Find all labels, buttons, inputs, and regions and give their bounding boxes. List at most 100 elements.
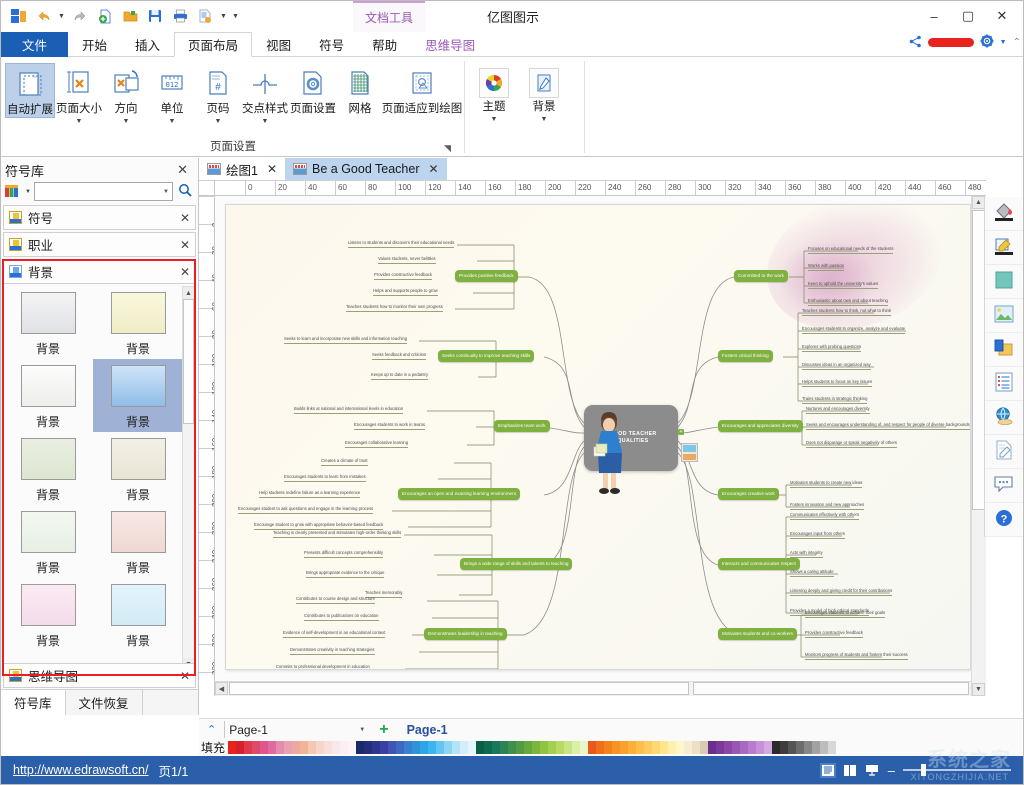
mind-map-center-node[interactable]: GOOD TEACHER QUALITIES [584,405,678,471]
mind-map-leaf[interactable]: Acts with integrity [790,550,823,558]
page-view-button[interactable] [842,763,858,778]
mind-map-branch-fosters-critical-thinking[interactable]: Fosters critical thinking [718,350,773,362]
fill-color-swatch[interactable] [436,741,444,754]
document-tab-close-icon[interactable]: ✕ [267,162,277,176]
mind-map-leaf[interactable]: Contributes to course design and structu… [296,596,375,604]
quick-access-toolbar[interactable]: ▼ ▼ ▼ [7,5,240,27]
panel-close-icon[interactable]: ✕ [171,162,194,178]
chevron-down-icon[interactable]: ▼ [491,116,498,123]
mind-map-branch-encourages-open-exacting-env[interactable]: Encourages an open and exacting learning… [398,488,520,500]
library-section-close-icon[interactable]: ✕ [180,211,190,225]
rail-button-fill-tool[interactable] [985,197,1023,231]
ribbon-tab-insert[interactable]: 插入 [121,32,174,57]
mind-map-leaf[interactable]: Nurtures and encourages diversity [806,406,870,414]
mind-map-leaf[interactable]: Encourages input from others [790,531,845,539]
fill-color-swatch[interactable] [828,741,836,754]
fill-color-swatch[interactable] [556,741,564,754]
library-section-occupation[interactable]: 职业 ✕ [3,232,196,257]
mind-map-branch-interacts-communicates-respect[interactable]: Interacts and communicates respect [718,558,800,570]
mind-map-leaf[interactable]: Encourages students to organize, analyze… [802,326,905,334]
search-icon[interactable] [176,183,194,200]
fill-color-swatch[interactable] [532,741,540,754]
fill-color-swatch[interactable] [604,741,612,754]
ribbon-button-fit-page-to-drawing[interactable]: 页面适应到绘图 [383,63,461,116]
fill-color-swatch[interactable] [732,741,740,754]
mind-map-leaf[interactable]: Does not disparage or speak negatively o… [806,440,897,448]
rail-button-list-properties[interactable] [985,367,1023,401]
ribbon-tab-page-layout[interactable]: 页面布局 [174,32,252,57]
share-icon[interactable] [909,35,922,51]
library-section-symbols[interactable]: 符号 ✕ [3,205,196,230]
canvas-scroll-viewport[interactable]: GOOD TEACHER QUALITIES + Provides positi… [215,196,986,696]
library-section-close-icon[interactable]: ✕ [180,265,190,279]
ribbon-button-theme[interactable]: 主题 ▼ [469,65,519,123]
document-tab-be-a-good-teacher[interactable]: Be a Good Teacher ✕ [285,158,447,180]
library-section-background[interactable]: 背景 ✕ [3,259,196,284]
mind-map-leaf[interactable]: Evidence of self-development in an educa… [283,630,385,638]
presentation-view-button[interactable] [864,763,880,778]
fill-color-swatch[interactable] [484,741,492,754]
fill-color-swatch[interactable] [596,741,604,754]
shape-item-background-10[interactable]: 背景 [93,578,183,651]
page-selector[interactable]: Page-1 ▼ [224,721,369,738]
collapse-ribbon-icon[interactable]: ⌃ [1013,37,1021,48]
hscroll-thumb[interactable] [229,682,689,695]
mind-map-leaf[interactable]: Encourages student to ask questions and … [238,506,373,514]
mind-map-leaf[interactable]: Encourages students to achieve their goa… [805,610,885,618]
mind-map-leaf[interactable]: Keeps up to date in a pedantry [371,372,428,380]
shape-item-background-5[interactable]: 背景 [3,432,93,505]
chevron-down-icon[interactable]: ▼ [169,118,176,125]
rail-button-comment[interactable] [985,469,1023,503]
fill-color-swatch[interactable] [564,741,572,754]
undo-icon[interactable] [32,5,54,27]
maximize-button[interactable]: ▢ [951,4,985,28]
fill-color-swatch[interactable] [332,741,340,754]
ribbon-tab-help[interactable]: 帮助 [358,32,411,57]
zoom-slider-thumb[interactable] [921,764,926,776]
fill-color-swatch[interactable] [428,741,436,754]
shape-item-background-7[interactable]: 背景 [3,505,93,578]
fill-color-swatch[interactable] [820,741,828,754]
toolbar-color-swatch-2[interactable] [683,454,696,461]
export-icon[interactable] [194,5,216,27]
mind-map-leaf[interactable]: Seeks and encourages understanding of, a… [806,422,970,430]
fill-color-swatch[interactable] [612,741,620,754]
fill-color-swatch[interactable] [636,741,644,754]
mind-map-branch-seeks-continually-to-improve[interactable]: Seeks continually to improve teaching sk… [438,350,534,362]
mind-map-leaf[interactable]: Brings appropriate evidence to the criti… [306,570,384,578]
fill-color-swatch[interactable] [388,741,396,754]
fill-color-swatch[interactable] [668,741,676,754]
fill-color-swatch[interactable] [508,741,516,754]
mind-map-leaf[interactable]: Teaches students how to monitor their ow… [346,304,443,312]
fill-color-swatch[interactable] [540,741,548,754]
scrollbar-thumb[interactable] [183,299,194,424]
fill-color-swatch[interactable] [628,741,636,754]
settings-gear-icon[interactable] [980,34,994,51]
mind-map-leaf[interactable]: Helps students to focus on key issues [802,379,872,387]
shape-item-background-6[interactable]: 背景 [93,432,183,505]
fill-color-swatch[interactable] [268,741,276,754]
symbol-library-icon[interactable] [5,184,22,199]
mind-map-leaf[interactable]: Monitors progress of students and foster… [805,652,908,660]
fill-color-swatch[interactable] [588,741,596,754]
library-dropdown-icon[interactable]: ▼ [25,189,31,195]
mind-map-branch-encourages-diversity[interactable]: Encourages and appreciates diversity [718,420,803,432]
fill-color-swatch[interactable] [804,741,812,754]
fill-color-swatch[interactable] [644,741,652,754]
fill-color-swatch[interactable] [236,741,244,754]
redo-icon[interactable] [69,5,91,27]
chevron-down-icon[interactable]: ▼ [123,118,130,125]
shape-item-background-1[interactable]: 背景 [3,286,93,359]
mind-map-leaf[interactable]: Creates a climate of trust [321,458,368,466]
ribbon-button-crossing-style[interactable]: 交点样式 ▼ [241,63,289,125]
fill-color-swatch[interactable] [292,741,300,754]
drawing-page[interactable]: GOOD TEACHER QUALITIES + Provides positi… [225,204,971,670]
fill-color-swatch[interactable] [652,741,660,754]
panel-tab-symbol-library[interactable]: 符号库 [1,690,66,715]
fill-color-swatch[interactable] [404,741,412,754]
fill-color-swatch[interactable] [692,741,700,754]
fill-color-swatch[interactable] [476,741,484,754]
mind-map-branch-brings-wide-range-of-skills[interactable]: Brings a wide range of skills and talent… [460,558,572,570]
zoom-out-button[interactable]: – [886,763,897,778]
export-dropdown-icon[interactable]: ▼ [219,5,228,27]
